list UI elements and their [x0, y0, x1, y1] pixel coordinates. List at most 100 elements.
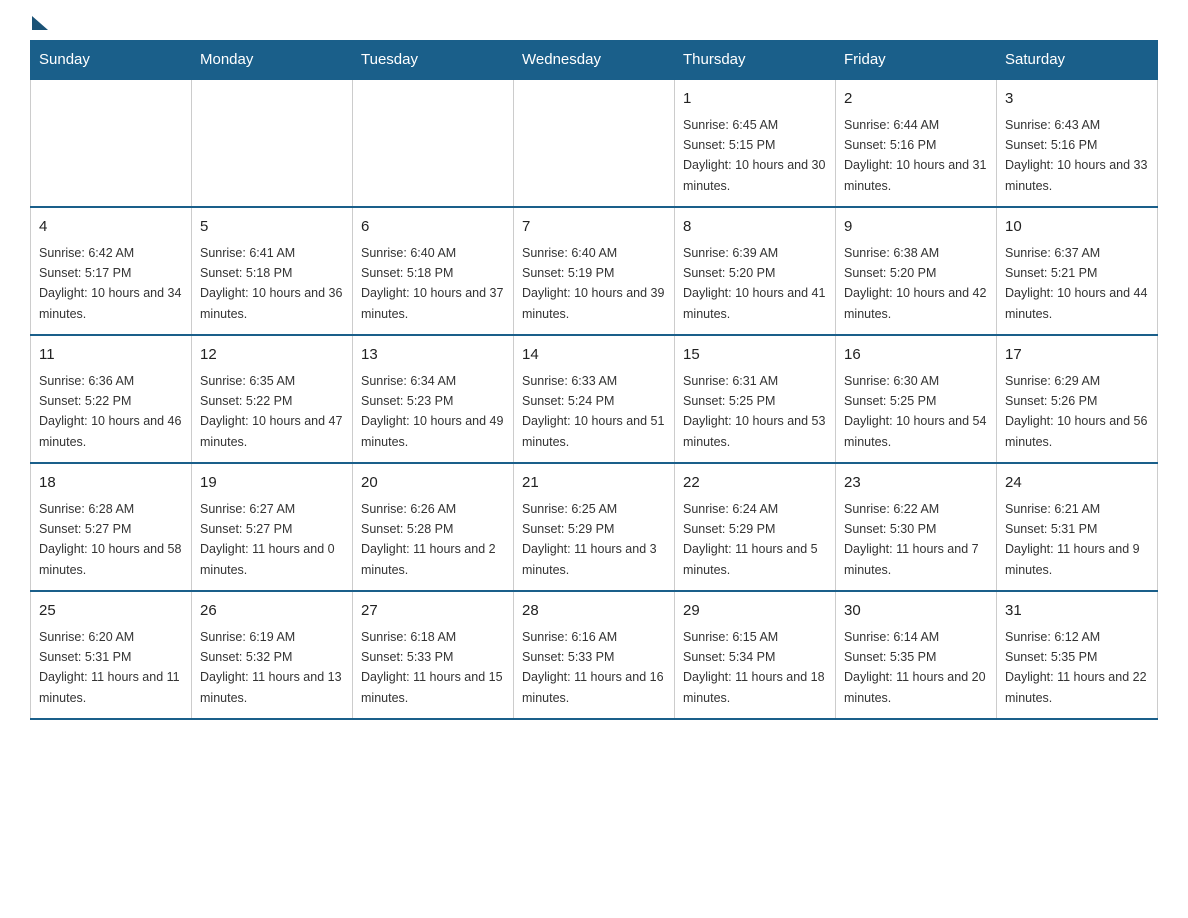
day-number: 19 — [200, 472, 344, 495]
calendar-cell: 1 Sunrise: 6:45 AMSunset: 5:15 PMDaylight… — [675, 79, 836, 207]
day-number: 15 — [683, 344, 827, 367]
day-header-monday: Monday — [192, 41, 353, 80]
calendar-cell: 18 Sunrise: 6:28 AMSunset: 5:27 PMDayligh… — [31, 463, 192, 591]
day-number: 22 — [683, 472, 827, 495]
day-info: Sunrise: 6:30 AMSunset: 5:25 PMDaylight:… — [844, 374, 986, 449]
day-info: Sunrise: 6:22 AMSunset: 5:30 PMDaylight:… — [844, 502, 979, 577]
day-number: 31 — [1005, 600, 1149, 623]
day-info: Sunrise: 6:41 AMSunset: 5:18 PMDaylight:… — [200, 246, 342, 321]
calendar-cell: 31 Sunrise: 6:12 AMSunset: 5:35 PMDayligh… — [997, 591, 1158, 719]
calendar-cell: 28Sunrise: 6:16 AMSunset: 5:33 PMDayligh… — [514, 591, 675, 719]
page-header — [30, 20, 1158, 30]
day-number: 2 — [844, 88, 988, 111]
calendar-week-row: 25Sunrise: 6:20 AMSunset: 5:31 PMDayligh… — [31, 591, 1158, 719]
calendar-week-row: 11 Sunrise: 6:36 AMSunset: 5:22 PMDayligh… — [31, 335, 1158, 463]
day-number: 8 — [683, 216, 827, 239]
day-info: Sunrise: 6:21 AMSunset: 5:31 PMDaylight:… — [1005, 502, 1140, 577]
day-info: Sunrise: 6:33 AMSunset: 5:24 PMDaylight:… — [522, 374, 664, 449]
calendar-cell: 21Sunrise: 6:25 AMSunset: 5:29 PMDayligh… — [514, 463, 675, 591]
day-number: 30 — [844, 600, 988, 623]
day-header-tuesday: Tuesday — [353, 41, 514, 80]
day-number: 1 — [683, 88, 827, 111]
day-info: Sunrise: 6:34 AMSunset: 5:23 PMDaylight:… — [361, 374, 503, 449]
day-number: 4 — [39, 216, 183, 239]
calendar-cell: 3Sunrise: 6:43 AMSunset: 5:16 PMDaylight… — [997, 79, 1158, 207]
day-number: 26 — [200, 600, 344, 623]
day-number: 16 — [844, 344, 988, 367]
calendar-cell: 10 Sunrise: 6:37 AMSunset: 5:21 PMDayligh… — [997, 207, 1158, 335]
calendar-cell: 20 Sunrise: 6:26 AMSunset: 5:28 PMDayligh… — [353, 463, 514, 591]
day-number: 7 — [522, 216, 666, 239]
calendar-cell: 27 Sunrise: 6:18 AMSunset: 5:33 PMDayligh… — [353, 591, 514, 719]
logo-triangle-icon — [32, 16, 48, 30]
calendar-cell: 22 Sunrise: 6:24 AMSunset: 5:29 PMDayligh… — [675, 463, 836, 591]
calendar-cell: 19 Sunrise: 6:27 AMSunset: 5:27 PMDayligh… — [192, 463, 353, 591]
day-info: Sunrise: 6:45 AMSunset: 5:15 PMDaylight:… — [683, 118, 825, 193]
day-info: Sunrise: 6:24 AMSunset: 5:29 PMDaylight:… — [683, 502, 818, 577]
day-info: Sunrise: 6:15 AMSunset: 5:34 PMDaylight:… — [683, 630, 825, 705]
calendar-week-row: 4 Sunrise: 6:42 AMSunset: 5:17 PMDaylight… — [31, 207, 1158, 335]
calendar-cell: 6Sunrise: 6:40 AMSunset: 5:18 PMDaylight… — [353, 207, 514, 335]
day-info: Sunrise: 6:29 AMSunset: 5:26 PMDaylight:… — [1005, 374, 1147, 449]
day-info: Sunrise: 6:27 AMSunset: 5:27 PMDaylight:… — [200, 502, 335, 577]
day-info: Sunrise: 6:42 AMSunset: 5:17 PMDaylight:… — [39, 246, 181, 321]
calendar-cell: 16 Sunrise: 6:30 AMSunset: 5:25 PMDayligh… — [836, 335, 997, 463]
day-number: 12 — [200, 344, 344, 367]
calendar-cell: 8 Sunrise: 6:39 AMSunset: 5:20 PMDaylight… — [675, 207, 836, 335]
day-number: 27 — [361, 600, 505, 623]
day-info: Sunrise: 6:40 AMSunset: 5:19 PMDaylight:… — [522, 246, 664, 321]
calendar-cell: 2 Sunrise: 6:44 AMSunset: 5:16 PMDaylight… — [836, 79, 997, 207]
calendar-cell: 9Sunrise: 6:38 AMSunset: 5:20 PMDaylight… — [836, 207, 997, 335]
day-info: Sunrise: 6:20 AMSunset: 5:31 PMDaylight:… — [39, 630, 180, 705]
day-number: 11 — [39, 344, 183, 367]
day-header-wednesday: Wednesday — [514, 41, 675, 80]
calendar-week-row: 18 Sunrise: 6:28 AMSunset: 5:27 PMDayligh… — [31, 463, 1158, 591]
day-number: 23 — [844, 472, 988, 495]
day-number: 13 — [361, 344, 505, 367]
day-header-friday: Friday — [836, 41, 997, 80]
calendar-cell: 15 Sunrise: 6:31 AMSunset: 5:25 PMDayligh… — [675, 335, 836, 463]
calendar-cell: 25Sunrise: 6:20 AMSunset: 5:31 PMDayligh… — [31, 591, 192, 719]
day-info: Sunrise: 6:18 AMSunset: 5:33 PMDaylight:… — [361, 630, 503, 705]
day-info: Sunrise: 6:12 AMSunset: 5:35 PMDaylight:… — [1005, 630, 1147, 705]
day-info: Sunrise: 6:44 AMSunset: 5:16 PMDaylight:… — [844, 118, 986, 193]
calendar-cell: 7 Sunrise: 6:40 AMSunset: 5:19 PMDaylight… — [514, 207, 675, 335]
day-header-thursday: Thursday — [675, 41, 836, 80]
calendar-header-row: SundayMondayTuesdayWednesdayThursdayFrid… — [31, 41, 1158, 80]
day-number: 18 — [39, 472, 183, 495]
calendar-week-row: 1 Sunrise: 6:45 AMSunset: 5:15 PMDaylight… — [31, 79, 1158, 207]
day-number: 5 — [200, 216, 344, 239]
calendar-cell — [31, 79, 192, 207]
day-number: 17 — [1005, 344, 1149, 367]
day-info: Sunrise: 6:40 AMSunset: 5:18 PMDaylight:… — [361, 246, 503, 321]
calendar-cell: 4 Sunrise: 6:42 AMSunset: 5:17 PMDaylight… — [31, 207, 192, 335]
calendar-cell: 23 Sunrise: 6:22 AMSunset: 5:30 PMDayligh… — [836, 463, 997, 591]
day-info: Sunrise: 6:25 AMSunset: 5:29 PMDaylight:… — [522, 502, 657, 577]
day-info: Sunrise: 6:38 AMSunset: 5:20 PMDaylight:… — [844, 246, 986, 321]
calendar-cell — [192, 79, 353, 207]
day-number: 20 — [361, 472, 505, 495]
calendar-cell: 17 Sunrise: 6:29 AMSunset: 5:26 PMDayligh… — [997, 335, 1158, 463]
day-info: Sunrise: 6:39 AMSunset: 5:20 PMDaylight:… — [683, 246, 825, 321]
day-info: Sunrise: 6:28 AMSunset: 5:27 PMDaylight:… — [39, 502, 181, 577]
calendar-cell: 26 Sunrise: 6:19 AMSunset: 5:32 PMDayligh… — [192, 591, 353, 719]
logo — [30, 20, 48, 30]
day-info: Sunrise: 6:37 AMSunset: 5:21 PMDaylight:… — [1005, 246, 1147, 321]
calendar-cell: 30 Sunrise: 6:14 AMSunset: 5:35 PMDayligh… — [836, 591, 997, 719]
calendar-cell: 29Sunrise: 6:15 AMSunset: 5:34 PMDayligh… — [675, 591, 836, 719]
day-info: Sunrise: 6:43 AMSunset: 5:16 PMDaylight:… — [1005, 118, 1147, 193]
day-info: Sunrise: 6:36 AMSunset: 5:22 PMDaylight:… — [39, 374, 181, 449]
calendar-cell: 5 Sunrise: 6:41 AMSunset: 5:18 PMDaylight… — [192, 207, 353, 335]
day-info: Sunrise: 6:16 AMSunset: 5:33 PMDaylight:… — [522, 630, 664, 705]
day-number: 24 — [1005, 472, 1149, 495]
day-info: Sunrise: 6:14 AMSunset: 5:35 PMDaylight:… — [844, 630, 986, 705]
day-number: 10 — [1005, 216, 1149, 239]
day-info: Sunrise: 6:19 AMSunset: 5:32 PMDaylight:… — [200, 630, 342, 705]
day-info: Sunrise: 6:35 AMSunset: 5:22 PMDaylight:… — [200, 374, 342, 449]
calendar-cell: 12 Sunrise: 6:35 AMSunset: 5:22 PMDayligh… — [192, 335, 353, 463]
day-info: Sunrise: 6:31 AMSunset: 5:25 PMDaylight:… — [683, 374, 825, 449]
day-info: Sunrise: 6:26 AMSunset: 5:28 PMDaylight:… — [361, 502, 496, 577]
calendar-cell: 11 Sunrise: 6:36 AMSunset: 5:22 PMDayligh… — [31, 335, 192, 463]
calendar-cell: 24 Sunrise: 6:21 AMSunset: 5:31 PMDayligh… — [997, 463, 1158, 591]
calendar-table: SundayMondayTuesdayWednesdayThursdayFrid… — [30, 40, 1158, 720]
